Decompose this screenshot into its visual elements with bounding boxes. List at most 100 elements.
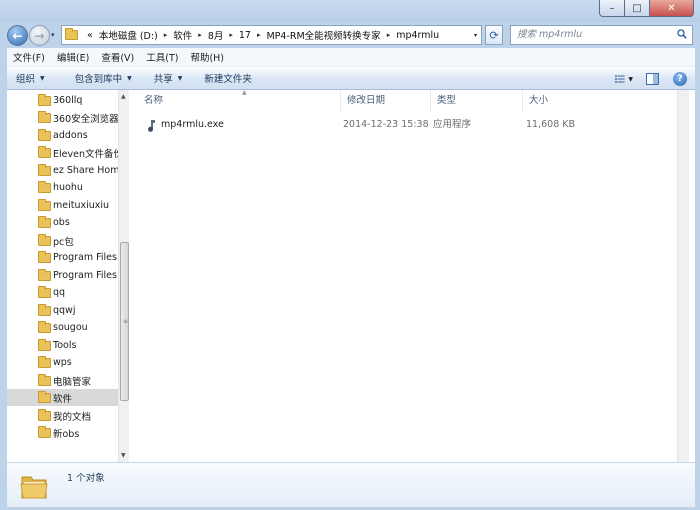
file-name[interactable]: mp4rmlu.exe	[161, 116, 224, 134]
sidebar-item-tools[interactable]: Tools	[7, 337, 118, 354]
address-dropdown[interactable]: ▾	[474, 32, 477, 39]
chevron-down-icon: ▼	[177, 74, 183, 82]
preview-pane-button[interactable]	[643, 70, 661, 88]
view-options-button[interactable]: ▼	[615, 70, 633, 88]
breadcrumb-17[interactable]: 17	[239, 30, 251, 41]
back-button[interactable]: ←	[7, 25, 28, 46]
toolbar-right-group: ▼ ?	[609, 70, 689, 88]
organize-button[interactable]: 组织 ▼	[7, 71, 54, 85]
menu-help[interactable]: 帮助(H)	[184, 50, 230, 64]
scrollbar-thumb[interactable]: ≡	[120, 242, 129, 401]
scroll-up-icon[interactable]: ▲	[121, 93, 126, 100]
search-icon[interactable]	[677, 29, 687, 39]
breadcrumb-separator-icon[interactable]: ▸	[387, 31, 391, 39]
sidebar-item-label: addons	[53, 130, 88, 141]
sidebar-item-label: Program Files	[53, 270, 117, 281]
column-header-type[interactable]: 类型	[431, 90, 523, 112]
organize-label: 组织	[16, 74, 36, 85]
sidebar-item-meituxiuxiu[interactable]: meituxiuxiu	[7, 197, 118, 214]
sidebar-item-label: qq	[53, 287, 66, 298]
minimize-button[interactable]: –	[599, 0, 625, 17]
sidebar-item-huohu[interactable]: huohu	[7, 179, 118, 196]
sidebar-item-pc-manager[interactable]: 电脑管家	[7, 372, 118, 389]
column-header-label: 大小	[529, 95, 549, 106]
sidebar-item-360-browser[interactable]: 360安全浏览器	[7, 109, 118, 126]
sidebar-item-label: 软件	[53, 393, 73, 405]
breadcrumb-separator-icon[interactable]: ▸	[164, 31, 168, 39]
folder-icon	[38, 304, 51, 316]
scroll-down-icon[interactable]: ▼	[121, 452, 126, 459]
navigation-pane: 360llq 360安全浏览器 addons Eleven文件备份 ez Sha…	[7, 90, 118, 462]
menu-edit[interactable]: 编辑(E)	[51, 50, 95, 64]
share-button[interactable]: 共享 ▼	[145, 71, 192, 85]
new-folder-button[interactable]: 新建文件夹	[195, 71, 261, 85]
search-input[interactable]: 搜索 mp4rmlu	[510, 25, 693, 45]
share-label: 共享	[153, 74, 173, 85]
sidebar-item-label: 新obs	[53, 428, 80, 440]
table-row[interactable]: mp4rmlu.exe 2014-12-23 15:38 应用程序 11,608…	[132, 116, 689, 134]
file-list: 名称 ▲ 修改日期 类型 大小 mp4rmlu.exe 2014-12-23 1…	[132, 89, 689, 462]
breadcrumb-software[interactable]: 软件	[173, 28, 192, 42]
column-header-name[interactable]: 名称 ▲	[138, 89, 341, 112]
sidebar-item-addons[interactable]: addons	[7, 127, 118, 144]
folder-icon	[38, 321, 51, 333]
sidebar-item-label: Program Files	[53, 252, 117, 263]
menu-tools[interactable]: 工具(T)	[140, 50, 184, 64]
folder-icon	[38, 164, 51, 176]
address-bar[interactable]: « 本地磁盘 (D:) ▸ 软件 ▸ 8月 ▸ 17 ▸ MP4-RM全能视频转…	[61, 25, 482, 45]
folder-icon	[38, 234, 51, 246]
menu-file[interactable]: 文件(F)	[7, 50, 51, 64]
folder-icon	[38, 94, 51, 106]
help-button[interactable]: ?	[671, 70, 689, 88]
sidebar-item-360llq[interactable]: 360llq	[7, 92, 118, 109]
sidebar-item-new-obs[interactable]: 新obs	[7, 424, 118, 441]
column-header-size[interactable]: 大小	[523, 90, 593, 112]
sidebar-item-label: sougou	[53, 322, 88, 333]
sidebar-item-label: 360llq	[53, 95, 83, 106]
sidebar-item-qq[interactable]: qq	[7, 284, 118, 301]
details-pane: 1 个对象	[7, 462, 695, 507]
folder-icon	[38, 129, 51, 141]
sidebar-item-sougou[interactable]: sougou	[7, 319, 118, 336]
sidebar-item-label: Eleven文件备份	[53, 148, 118, 160]
sidebar-item-pc-package[interactable]: pc包	[7, 232, 118, 249]
folder-icon	[38, 251, 51, 263]
sidebar-item-ez-share[interactable]: ez Share Hom	[7, 162, 118, 179]
sidebar-item-program-files[interactable]: Program Files	[7, 249, 118, 266]
sidebar-item-my-documents[interactable]: 我的文档	[7, 407, 118, 424]
breadcrumb-separator-icon[interactable]: ▸	[229, 31, 233, 39]
breadcrumb-drive[interactable]: 本地磁盘 (D:)	[99, 28, 158, 42]
file-list-scrollbar[interactable]	[677, 90, 689, 462]
sidebar-item-obs[interactable]: obs	[7, 214, 118, 231]
view-list-icon	[615, 75, 625, 83]
recent-pages-dropdown[interactable]: ▾	[51, 31, 55, 39]
include-in-library-button[interactable]: 包含到库中 ▼	[66, 71, 141, 85]
menu-view[interactable]: 查看(V)	[95, 50, 140, 64]
folder-icon	[38, 356, 51, 368]
sidebar-item-eleven-backup[interactable]: Eleven文件备份	[7, 144, 118, 161]
sidebar-item-program-files-2[interactable]: Program Files	[7, 267, 118, 284]
navigation-scrollbar[interactable]: ▲ ≡ ▼	[118, 90, 129, 462]
maximize-button[interactable]: □	[625, 0, 650, 17]
breadcrumb-converter[interactable]: MP4-RM全能视频转换专家	[266, 28, 380, 42]
folder-icon	[38, 409, 51, 421]
file-type: 应用程序	[433, 119, 472, 130]
breadcrumb-august[interactable]: 8月	[208, 28, 224, 42]
sidebar-item-label: Tools	[53, 340, 77, 351]
close-button[interactable]: ✕	[650, 0, 694, 17]
forward-button[interactable]: →	[29, 25, 50, 46]
chevron-down-icon: ▼	[127, 74, 132, 82]
folder-icon	[38, 391, 51, 403]
breadcrumb-overflow[interactable]: «	[87, 30, 93, 41]
sidebar-item-software[interactable]: 软件	[7, 389, 118, 406]
folder-icon	[38, 286, 51, 298]
breadcrumb-separator-icon[interactable]: ▸	[257, 31, 261, 39]
sidebar-item-wps[interactable]: wps	[7, 354, 118, 371]
sidebar-item-qqwj[interactable]: qqwj	[7, 302, 118, 319]
explorer-content: 360llq 360安全浏览器 addons Eleven文件备份 ez Sha…	[7, 89, 695, 462]
breadcrumb-separator-icon[interactable]: ▸	[198, 31, 202, 39]
folder-icon	[38, 199, 51, 211]
column-header-date[interactable]: 修改日期	[341, 90, 431, 112]
refresh-button[interactable]: ⟳	[485, 25, 503, 45]
breadcrumb-current[interactable]: mp4rmlu	[396, 30, 439, 41]
